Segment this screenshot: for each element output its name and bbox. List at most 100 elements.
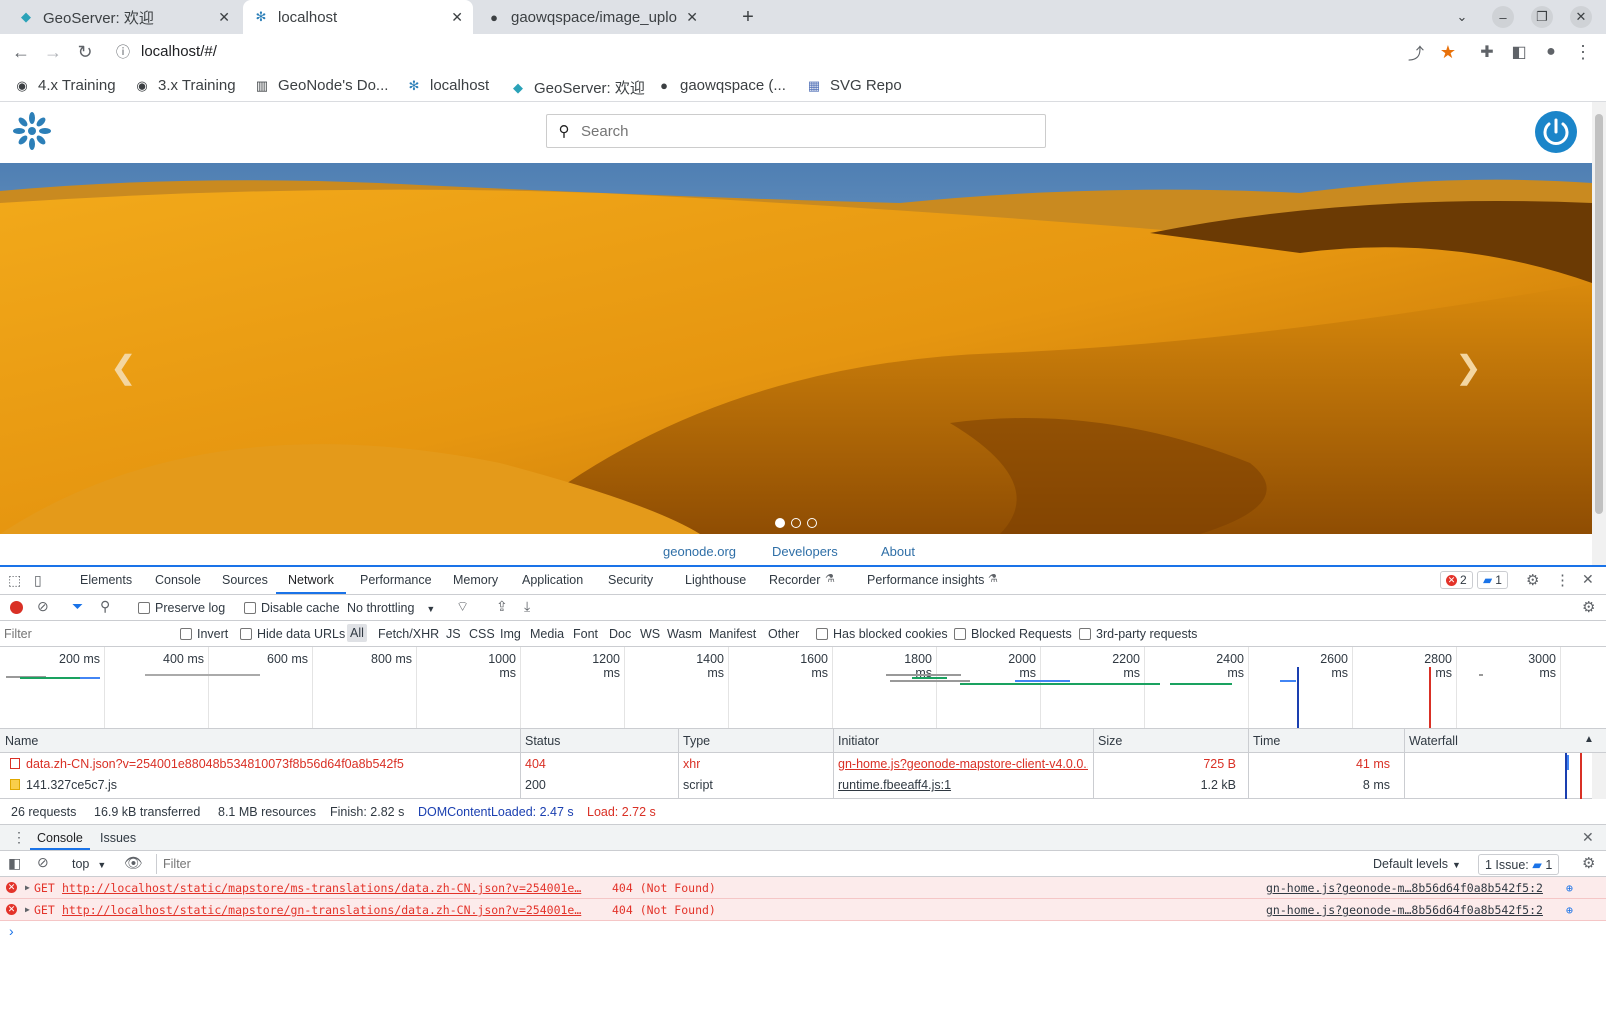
network-panel-icon[interactable]: ⊕	[1566, 903, 1573, 917]
invert-checkbox[interactable]: Invert	[180, 627, 228, 641]
blocked-requests-checkbox[interactable]: Blocked Requests	[954, 627, 1072, 641]
star-icon[interactable]: ★	[1437, 41, 1459, 63]
drawer-menu-icon[interactable]: ⋮	[12, 829, 26, 846]
close-drawer-icon[interactable]: ✕	[1582, 829, 1594, 846]
column-initiator[interactable]: Initiator	[838, 734, 879, 748]
bookmark-item[interactable]: ◆ GeoServer: 欢迎	[510, 77, 645, 98]
sort-arrow-icon[interactable]: ▲	[1584, 734, 1594, 745]
devtools-tab-performance-insights[interactable]: Performance insights	[867, 573, 984, 587]
bookmark-item[interactable]: ✻ localhost	[406, 77, 490, 94]
type-filter-img[interactable]: Img	[500, 627, 521, 641]
devtools-tab-security[interactable]: Security	[608, 573, 653, 587]
type-filter-css[interactable]: CSS	[469, 627, 495, 641]
minimize-button[interactable]: –	[1492, 6, 1514, 28]
table-scrollbar[interactable]	[1592, 753, 1606, 799]
console-prompt[interactable]: ›	[0, 921, 1606, 943]
sidebar-toggle-icon[interactable]: ◧	[8, 855, 21, 872]
eye-icon[interactable]: 👁	[124, 854, 143, 872]
type-filter-wasm[interactable]: Wasm	[667, 627, 702, 641]
filter-icon[interactable]: ⏷	[72, 598, 83, 615]
close-devtools-icon[interactable]: ✕	[1582, 571, 1594, 588]
footer-link-geonode[interactable]: geonode.org	[663, 544, 736, 559]
carousel-dot[interactable]	[791, 518, 801, 528]
table-row[interactable]: data.zh-CN.json?v=254001e88048b534810073…	[0, 753, 1606, 774]
devtools-tab-network[interactable]: Network	[288, 573, 334, 587]
issues-button[interactable]: 1 Issue: ▰ 1	[1478, 854, 1560, 875]
preserve-log-checkbox[interactable]: Preserve log	[138, 601, 225, 615]
column-waterfall[interactable]: Waterfall	[1409, 734, 1458, 748]
type-filter-other[interactable]: Other	[768, 627, 799, 641]
expand-arrow-icon[interactable]: ▶	[25, 883, 30, 892]
carousel-dot[interactable]	[807, 518, 817, 528]
drawer-tab-console[interactable]: Console	[37, 831, 83, 845]
console-filter-input[interactable]	[156, 854, 1366, 874]
expand-arrow-icon[interactable]: ▶	[25, 905, 30, 914]
request-initiator[interactable]: gn-home.js?geonode-mapstore-client-v4.0.…	[838, 757, 1088, 771]
geonode-logo-icon[interactable]	[12, 111, 52, 151]
type-filter-js[interactable]: JS	[446, 627, 461, 641]
type-filter-all[interactable]: All	[347, 624, 367, 642]
context-select[interactable]: top ▼	[72, 857, 106, 871]
forward-arrow-icon[interactable]: →	[42, 41, 64, 63]
search-icon[interactable]: ⚲	[547, 122, 581, 140]
page-scrollbar[interactable]	[1592, 102, 1606, 565]
carousel-prev-icon[interactable]: ❮	[110, 348, 137, 386]
footer-link-about[interactable]: About	[881, 544, 915, 559]
network-settings-gear-icon[interactable]: ⚙	[1582, 598, 1595, 616]
request-initiator[interactable]: runtime.fbeeaff4.js:1	[838, 778, 1088, 792]
scrollbar-thumb[interactable]	[1595, 114, 1603, 514]
close-icon[interactable]: ✕	[451, 9, 463, 26]
column-time[interactable]: Time	[1253, 734, 1280, 748]
devtools-tab-console[interactable]: Console	[155, 573, 201, 587]
column-status[interactable]: Status	[525, 734, 560, 748]
login-power-button[interactable]	[1535, 111, 1577, 153]
column-name[interactable]: Name	[5, 734, 38, 748]
window-close-button[interactable]: ✕	[1570, 6, 1592, 28]
devtools-tab-application[interactable]: Application	[522, 573, 583, 587]
network-conditions-icon[interactable]: ⌔	[456, 598, 469, 616]
gear-icon[interactable]: ⚙	[1526, 571, 1539, 589]
devtools-tab-elements[interactable]: Elements	[80, 573, 132, 587]
import-har-icon[interactable]: ⇪	[496, 598, 508, 615]
devtools-tab-sources[interactable]: Sources	[222, 573, 268, 587]
address-bar[interactable]: localhost/#/	[141, 43, 217, 60]
column-type[interactable]: Type	[683, 734, 710, 748]
type-filter-doc[interactable]: Doc	[609, 627, 631, 641]
devtools-tab-lighthouse[interactable]: Lighthouse	[685, 573, 746, 587]
tab-localhost[interactable]: ✻ localhost ✕	[243, 0, 473, 34]
restore-button[interactable]: ❐	[1531, 6, 1553, 28]
console-source-link[interactable]: gn-home.js?geonode-m…8b56d64f0a8b542f5:2	[1266, 903, 1543, 917]
column-size[interactable]: Size	[1098, 734, 1122, 748]
console-settings-gear-icon[interactable]: ⚙	[1582, 854, 1595, 872]
throttling-select[interactable]: No throttling ▼	[347, 601, 435, 615]
bookmark-item[interactable]: ◉ 4.x Training	[14, 77, 115, 94]
clear-console-icon[interactable]: ⊘	[37, 854, 49, 871]
inspect-element-icon[interactable]: ⬚	[8, 572, 21, 589]
tab-geoserver[interactable]: ◆ GeoServer: 欢迎 ✕	[8, 0, 240, 34]
console-error-message[interactable]: ✕ ▶ GET http://localhost/static/mapstore…	[0, 877, 1606, 899]
console-url[interactable]: http://localhost/static/mapstore/ms-tran…	[62, 881, 606, 895]
close-icon[interactable]: ✕	[686, 9, 698, 26]
network-overview-timeline[interactable]: 200 ms 400 ms 600 ms 800 ms 1000 ms 1200 ms 14…	[0, 647, 1606, 729]
menu-dots-icon[interactable]: ⋮	[1572, 41, 1594, 63]
record-button[interactable]	[10, 601, 23, 614]
message-count-badge[interactable]: ▰ 1	[1477, 571, 1508, 589]
type-filter-manifest[interactable]: Manifest	[709, 627, 756, 641]
type-filter-media[interactable]: Media	[530, 627, 564, 641]
clear-icon[interactable]: ⊘	[37, 598, 49, 615]
has-blocked-cookies-checkbox[interactable]: Has blocked cookies	[816, 627, 948, 641]
error-count-badge[interactable]: ✕ 2	[1440, 571, 1473, 589]
carousel-dot-active[interactable]	[775, 518, 785, 528]
drawer-tab-issues[interactable]: Issues	[100, 831, 136, 845]
table-row[interactable]: 141.327ce5c7.js 200 script runtime.fbeea…	[0, 774, 1606, 795]
disable-cache-checkbox[interactable]: Disable cache	[244, 601, 340, 615]
hide-data-urls-checkbox[interactable]: Hide data URLs	[240, 627, 345, 641]
bookmark-item[interactable]: ◉ 3.x Training	[134, 77, 235, 94]
device-toolbar-icon[interactable]: ▯	[34, 572, 42, 589]
third-party-checkbox[interactable]: 3rd-party requests	[1079, 627, 1197, 641]
log-levels-select[interactable]: Default levels ▼	[1373, 857, 1461, 871]
share-icon[interactable]: ⤴	[1405, 41, 1427, 63]
export-har-icon[interactable]: ⤓	[524, 598, 530, 615]
bookmark-item[interactable]: ▦ SVG Repo	[806, 77, 902, 94]
network-filter-input[interactable]	[4, 624, 168, 643]
